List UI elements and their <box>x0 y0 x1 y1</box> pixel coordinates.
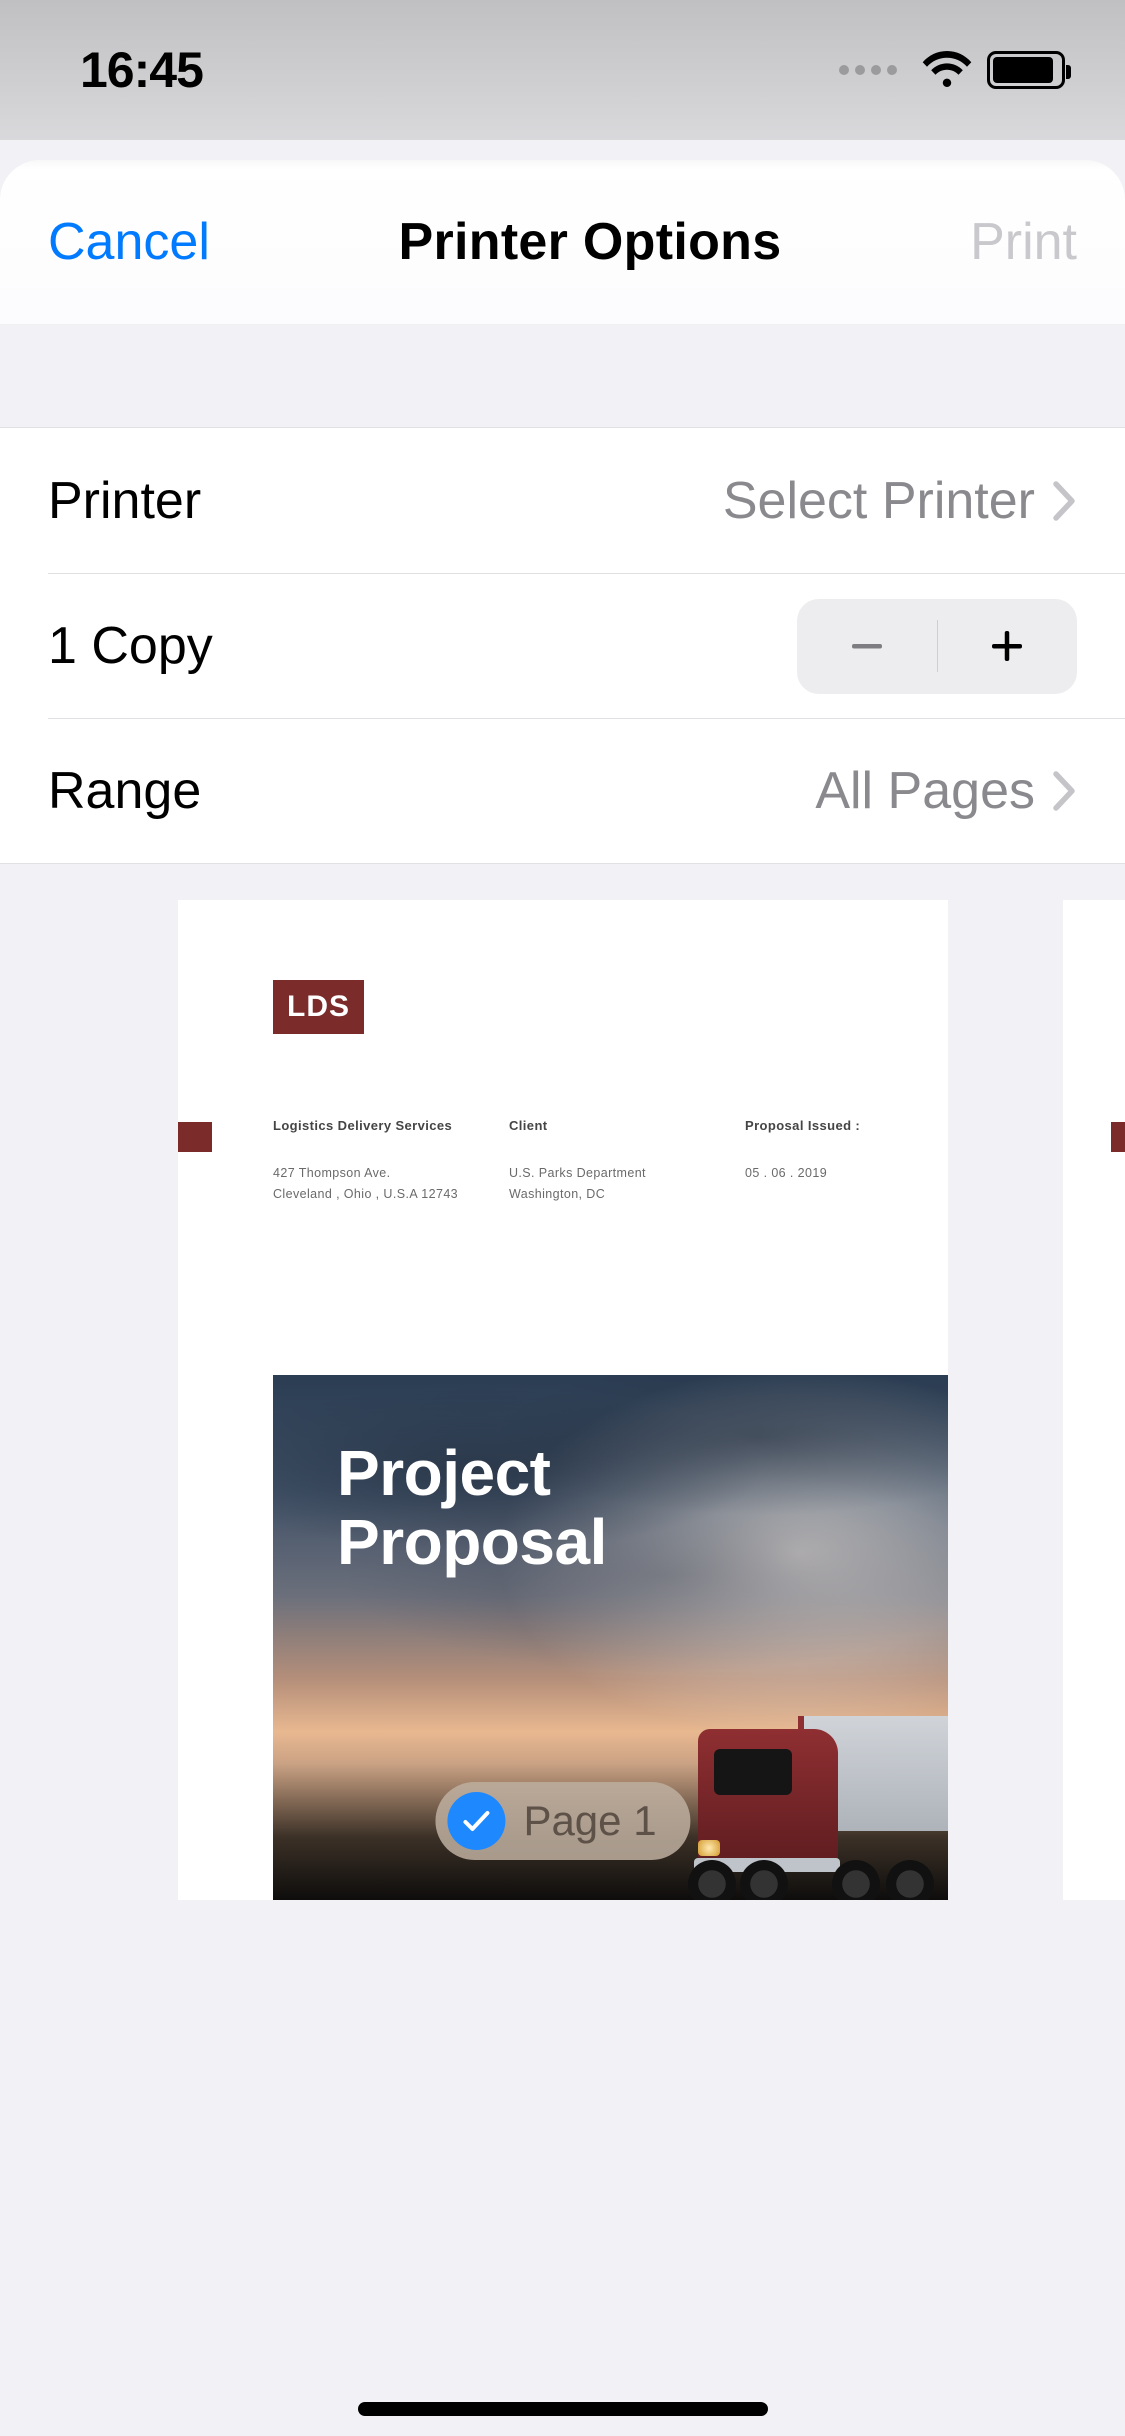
page-indicator-label: Page 1 <box>523 1797 656 1845</box>
wifi-icon <box>921 51 973 89</box>
doc-title-l1: Project <box>337 1439 607 1508</box>
col-issued: Proposal Issued : 05 . 06 . 2019 <box>745 1118 903 1204</box>
printer-label: Printer <box>48 471 201 531</box>
range-value: All Pages <box>815 761 1053 821</box>
truck-illustration <box>638 1676 948 1900</box>
home-indicator[interactable] <box>358 2402 768 2416</box>
doc-title-l2: Proposal <box>337 1508 607 1577</box>
settings-group: Printer Select Printer 1 Copy Range All … <box>0 427 1125 864</box>
print-button[interactable]: Print <box>970 212 1077 272</box>
col-company: Logistics Delivery Services 427 Thompson… <box>273 1118 509 1204</box>
col-client-l2: Washington, DC <box>509 1184 745 1205</box>
col-issued-l1: 05 . 06 . 2019 <box>745 1163 903 1184</box>
page-indicator[interactable]: Page 1 <box>435 1782 690 1860</box>
range-row[interactable]: Range All Pages <box>48 718 1125 863</box>
status-time: 16:45 <box>80 41 203 99</box>
copies-row: 1 Copy <box>48 573 1125 718</box>
page-title: Printer Options <box>398 212 781 272</box>
col-client-detail: U.S. Parks Department Washington, DC <box>509 1163 745 1204</box>
col-company-l2: Cleveland , Ohio , U.S.A 12743 <box>273 1184 509 1205</box>
doc-header-columns: Logistics Delivery Services 427 Thompson… <box>273 1118 903 1204</box>
col-company-detail: 427 Thompson Ave. Cleveland , Ohio , U.S… <box>273 1163 509 1204</box>
minus-icon <box>844 623 890 669</box>
col-company-head: Logistics Delivery Services <box>273 1118 509 1133</box>
stepper-decrement[interactable] <box>797 599 937 694</box>
chevron-right-icon <box>1053 771 1077 811</box>
col-issued-detail: 05 . 06 . 2019 <box>745 1163 903 1184</box>
col-client-l1: U.S. Parks Department <box>509 1163 745 1184</box>
nav-bar: Cancel Printer Options Print <box>0 160 1125 325</box>
brand-logo: LDS <box>273 980 364 1034</box>
range-label: Range <box>48 761 201 821</box>
doc-title: Project Proposal <box>337 1439 607 1577</box>
col-client: Client U.S. Parks Department Washington,… <box>509 1118 745 1204</box>
printer-value: Select Printer <box>723 471 1053 531</box>
copies-stepper <box>797 599 1077 694</box>
check-icon <box>447 1792 505 1850</box>
preview-area[interactable]: LDS Logistics Delivery Services 427 Thom… <box>0 900 1125 2436</box>
printer-row[interactable]: Printer Select Printer <box>0 428 1125 573</box>
chevron-right-icon <box>1053 481 1077 521</box>
accent-block <box>178 1122 212 1152</box>
cancel-button[interactable]: Cancel <box>48 212 210 272</box>
col-client-head: Client <box>509 1118 745 1133</box>
col-issued-head: Proposal Issued : <box>745 1118 903 1133</box>
battery-icon <box>987 51 1065 89</box>
page-thumbnail[interactable]: LDS Logistics Delivery Services 427 Thom… <box>178 900 948 1900</box>
col-company-l1: 427 Thompson Ave. <box>273 1163 509 1184</box>
print-options-sheet: Cancel Printer Options Print Printer Sel… <box>0 160 1125 2436</box>
copies-label: 1 Copy <box>48 616 213 676</box>
status-icons <box>839 51 1065 89</box>
cellular-dots-icon <box>839 65 897 75</box>
stepper-increment[interactable] <box>938 599 1078 694</box>
status-bar: 16:45 <box>0 0 1125 140</box>
next-page-peek[interactable] <box>1063 900 1125 1900</box>
plus-icon <box>984 623 1030 669</box>
